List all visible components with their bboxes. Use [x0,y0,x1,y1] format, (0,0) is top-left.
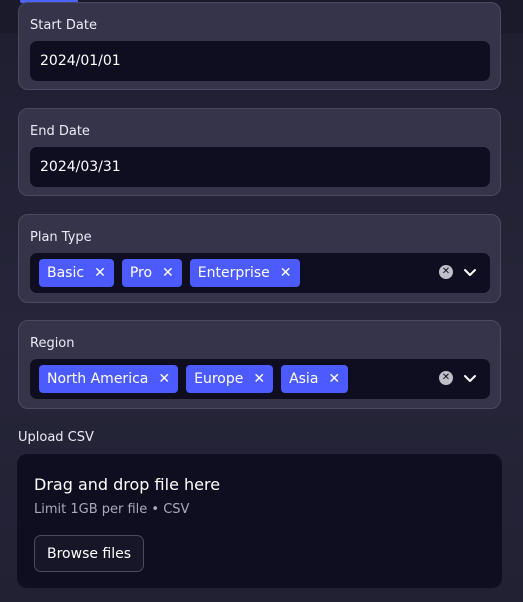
region-tag-label: Asia [289,371,319,387]
end-date-label: End Date [30,124,90,139]
close-icon[interactable]: ✕ [280,265,292,281]
start-date-input[interactable]: 2024/01/01 [30,41,490,81]
end-date-input[interactable]: 2024/03/31 [30,147,490,187]
start-date-value: 2024/01/01 [40,53,121,69]
region-card: Region North America ✕ Europe ✕ Asia ✕ ✕ [18,320,501,409]
browse-files-button[interactable]: Browse files [34,535,145,572]
plan-type-tag: Enterprise ✕ [189,259,300,287]
chevron-down-icon[interactable] [462,370,478,386]
plan-type-card: Plan Type Basic ✕ Pro ✕ Enterprise ✕ ✕ [18,214,501,303]
region-tag: Europe ✕ [186,365,274,393]
start-date-label: Start Date [30,18,97,33]
plan-type-tag: Basic ✕ [39,259,114,287]
region-tag: North America ✕ [39,365,179,393]
chevron-down-icon[interactable] [462,264,478,280]
region-tag-label: Europe [194,371,244,387]
plan-type-tag: Pro ✕ [121,259,182,287]
plan-type-tag-label: Basic [47,265,85,281]
close-icon[interactable]: ✕ [253,371,265,387]
start-date-card: Start Date 2024/01/01 [18,2,501,90]
region-tag: Asia ✕ [281,365,349,393]
end-date-card: End Date 2024/03/31 [18,108,501,196]
close-icon[interactable]: ✕ [94,265,106,281]
region-tags: North America ✕ Europe ✕ Asia ✕ [39,365,349,393]
upload-csv-label: Upload CSV [18,430,94,445]
plan-type-tag-label: Pro [129,265,153,281]
dropzone-title: Drag and drop file here [34,475,221,494]
plan-type-tag-label: Enterprise [197,265,270,281]
close-icon[interactable]: ✕ [158,371,170,387]
close-icon[interactable]: ✕ [162,265,174,281]
end-date-value: 2024/03/31 [40,159,121,175]
close-icon[interactable]: ✕ [328,371,340,387]
app-canvas: Start Date 2024/01/01 End Date 2024/03/3… [0,0,523,602]
clear-circle-icon[interactable]: ✕ [439,371,453,385]
region-tag-label: North America [47,371,149,387]
clear-circle-icon[interactable]: ✕ [439,265,453,279]
plan-type-tags: Basic ✕ Pro ✕ Enterprise ✕ [39,259,300,287]
file-dropzone[interactable]: Drag and drop file here Limit 1GB per fi… [17,454,502,588]
dropzone-limit: Limit 1GB per file • CSV [34,502,190,517]
plan-type-label: Plan Type [30,230,92,245]
region-multiselect[interactable]: North America ✕ Europe ✕ Asia ✕ ✕ [30,359,490,399]
region-label: Region [30,336,75,351]
plan-type-multiselect[interactable]: Basic ✕ Pro ✕ Enterprise ✕ ✕ [30,253,490,293]
